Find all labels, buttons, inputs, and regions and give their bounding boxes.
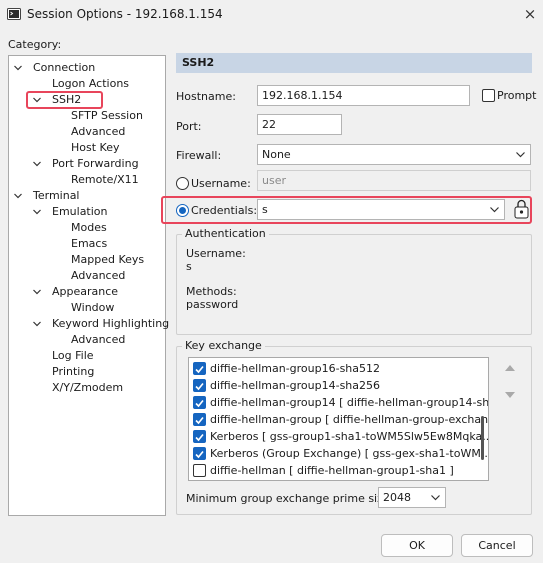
cancel-button[interactable]: Cancel [461,534,533,557]
kex-label: diffie-hellman [ diffie-hellman-group1-s… [210,464,454,477]
tree-item-label: Mapped Keys [71,253,145,266]
username-input[interactable]: user [257,170,531,191]
credentials-manager-icon [514,199,529,219]
checkmark-icon [195,416,204,425]
kex-label: diffie-hellman-group14 [ diffie-hellman-… [210,396,489,409]
min-prime-value: 2048 [383,491,411,504]
tree-item-label: Host Key [71,141,120,154]
move-up-button[interactable] [501,359,519,377]
checkmark-icon [195,450,204,459]
firewall-value: None [262,148,291,161]
tree-item-label: Printing [52,365,95,378]
close-icon[interactable]: × [521,5,539,23]
kex-checkbox[interactable] [193,362,206,375]
list-item[interactable]: diffie-hellman-group16-sha512 [193,360,479,377]
list-item[interactable]: diffie-hellman-group [ diffie-hellman-gr… [193,411,488,428]
category-tree[interactable]: Connection Logon Actions SSH2 SFTP Session A… [8,55,170,516]
chevron-down-icon [516,152,525,158]
tree-item-label: Advanced [71,269,126,282]
tree-item-label: Emulation [52,205,108,218]
username-label: Username: [191,177,251,190]
tree-item-label: X/Y/Zmodem [52,381,124,394]
min-prime-select[interactable]: 2048 [378,487,446,508]
port-label: Port: [176,120,202,133]
prompt-checkbox[interactable] [482,89,495,102]
kex-label: Kerberos (Group Exchange) [ gss-gex-sha1… [210,447,489,460]
authentication-title: Authentication [182,227,269,240]
username-radio[interactable] [176,177,189,190]
firewall-label: Firewall: [176,149,222,162]
tree-item-label: Port Forwarding [52,157,139,170]
key-exchange-list[interactable]: diffie-hellman-group16-sha512 diffie-hell… [188,357,489,481]
chevron-down-icon[interactable] [13,191,23,201]
chevron-down-icon[interactable] [32,159,42,169]
chevron-down-icon[interactable] [32,207,42,217]
scrollbar-thumb[interactable] [481,416,484,460]
tree-item-label: SFTP Session [71,109,143,122]
credentials-value: s [262,203,268,216]
list-item[interactable]: Kerberos (Group Exchange) [ gss-gex-sha1… [193,445,488,462]
checkmark-icon [195,382,204,391]
kex-label: diffie-hellman-group14-sha256 [210,379,381,392]
prompt-label: Prompt [497,89,537,102]
tree-item-label: Window [71,301,115,314]
list-item[interactable]: diffie-hellman-group14-sha256 [193,377,479,394]
list-item[interactable]: Kerberos [ gss-group1-sha1-toWM5Slw5Ew8M… [193,428,488,445]
tree-item-label: Advanced [71,125,126,138]
kex-checkbox[interactable] [193,396,206,409]
auth-methods-value: password [186,298,239,311]
tree-item-label: Appearance [52,285,119,298]
kex-checkbox[interactable] [193,379,206,392]
tree-item-label: Remote/X11 [71,173,139,186]
firewall-select[interactable]: None [257,144,531,165]
auth-username-label: Username: [186,247,246,260]
tree-item-label: Emacs [71,237,108,250]
tree-item-label: Terminal [33,189,80,202]
tree-item-label: Logon Actions [52,77,130,90]
ok-button[interactable]: OK [381,534,453,557]
chevron-down-icon[interactable] [32,319,42,329]
credentials-label: Credentials: [191,204,258,217]
list-item[interactable]: diffie-hellman [ diffie-hellman-group1-s… [193,462,479,479]
credentials-select[interactable]: s [257,199,505,220]
min-prime-label: Minimum group exchange prime size: [186,492,394,505]
checkmark-icon [195,365,204,374]
ssh2-highlight-box [26,91,103,109]
auth-username-value: s [186,260,192,273]
kex-checkbox[interactable] [193,430,206,443]
hostname-label: Hostname: [176,90,236,103]
tree-item-label: Log File [52,349,94,362]
port-input[interactable]: 22 [257,114,342,135]
kex-checkbox[interactable] [193,413,206,426]
tree-item-label: Advanced [71,333,126,346]
tree-item-label: Keyword Highlighting [52,317,170,330]
auth-methods-label: Methods: [186,285,237,298]
chevron-down-icon[interactable] [13,63,23,73]
checkmark-icon [195,399,204,408]
kex-checkbox[interactable] [193,464,206,477]
panel-header: SSH2 [176,53,532,73]
triangle-down-icon [505,392,515,398]
key-exchange-title: Key exchange [182,339,265,352]
kex-label: diffie-hellman-group16-sha512 [210,362,381,375]
kex-label: Kerberos [ gss-group1-sha1-toWM5Slw5Ew8M… [210,430,489,443]
triangle-up-icon [505,365,515,371]
tree-item-label: Connection [33,61,96,74]
kex-checkbox[interactable] [193,447,206,460]
chevron-down-icon [490,207,499,213]
app-icon [7,8,21,20]
chevron-down-icon[interactable] [32,287,42,297]
move-down-button[interactable] [501,386,519,404]
list-item[interactable]: diffie-hellman-group14 [ diffie-hellman-… [193,394,488,411]
chevron-down-icon [431,495,440,501]
checkmark-icon [195,433,204,442]
credentials-manager-button[interactable] [512,199,531,220]
category-label: Category: [8,38,62,51]
hostname-input[interactable]: 192.168.1.154 [257,85,470,106]
tree-item-label: Modes [71,221,107,234]
credentials-radio[interactable] [176,204,189,217]
window-title: Session Options - 192.168.1.154 [27,7,223,21]
kex-label: diffie-hellman-group [ diffie-hellman-gr… [210,413,489,426]
